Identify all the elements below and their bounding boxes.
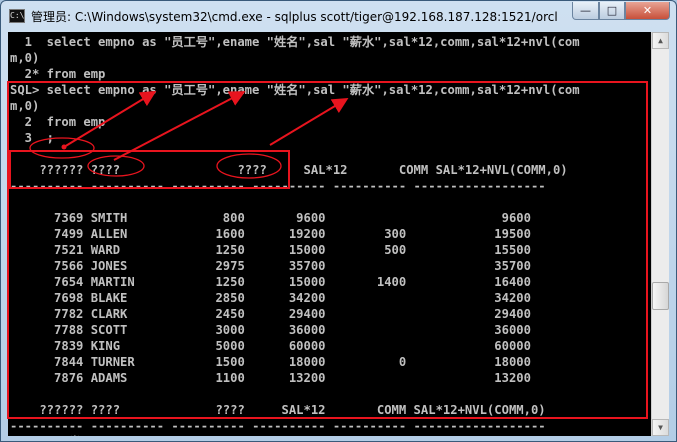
console-line: ---------- ---------- ---------- -------…: [10, 179, 546, 193]
scroll-down-arrow-icon[interactable]: ▼: [652, 419, 669, 436]
console-line: m,0): [10, 51, 40, 65]
console-line: 7698 BLAKE 2850 34200 34200: [10, 291, 531, 305]
console-line: 7521 WARD 1250 15000 500 15500: [10, 243, 531, 257]
console-line: ---------- ---------- ---------- -------…: [10, 419, 546, 433]
console-line: 2* from emp: [10, 67, 106, 81]
console-line: 7369 SMITH 800 9600 9600: [10, 211, 531, 225]
window-title: 管理员: C:\Windows\system32\cmd.exe - sqlpl…: [31, 10, 558, 24]
console-line: 7876 ADAMS 1100 13200 13200: [10, 371, 531, 385]
console-line: 7844 TURNER 1500 18000 0 18000: [10, 355, 531, 369]
console-line: ?????? ???? ???? SAL*12 COMM SAL*12+NVL(…: [10, 163, 568, 177]
maximize-button[interactable]: □: [599, 2, 625, 20]
console-line: 7499 ALLEN 1600 19200 300 19500: [10, 227, 531, 241]
console-line: 7788 SCOTT 3000 36000 36000: [10, 323, 531, 337]
console-line: 7566 JONES 2975 35700 35700: [10, 259, 531, 273]
console-line: 1 select empno as "员工号",ename "姓名",sal "…: [10, 35, 580, 49]
close-button[interactable]: ✕: [625, 2, 670, 20]
console-line: 2 from emp: [10, 115, 106, 129]
console-lines: 1 select empno as "员工号",ename "姓名",sal "…: [10, 34, 651, 436]
console-line: m,0): [10, 99, 40, 113]
console-line: SQL> select empno as "员工号",ename "姓名",sa…: [10, 83, 580, 97]
console-line: ?????? ???? ???? SAL*12 COMM SAL*12+NVL(…: [10, 403, 546, 417]
scroll-thumb[interactable]: [652, 282, 669, 310]
scroll-up-arrow-icon[interactable]: ▲: [652, 32, 669, 49]
console-line: 7782 CLARK 2450 29400 29400: [10, 307, 531, 321]
minimize-button[interactable]: —: [572, 2, 599, 20]
console-line: 7654 MARTIN 1250 15000 1400 16400: [10, 275, 531, 289]
console-line: 半:: [10, 434, 651, 436]
vertical-scrollbar[interactable]: ▲ ▼: [651, 32, 669, 436]
cmd-window: C:\ 管理员: C:\Windows\system32\cmd.exe - s…: [0, 0, 677, 442]
console-line: 3 ;: [10, 131, 55, 145]
title-bar[interactable]: C:\ 管理员: C:\Windows\system32\cmd.exe - s…: [1, 1, 676, 31]
console-output[interactable]: 1 select empno as "员工号",ename "姓名",sal "…: [8, 32, 651, 436]
cmd-icon[interactable]: C:\: [9, 9, 25, 23]
console-line: 7839 KING 5000 60000 60000: [10, 339, 531, 353]
